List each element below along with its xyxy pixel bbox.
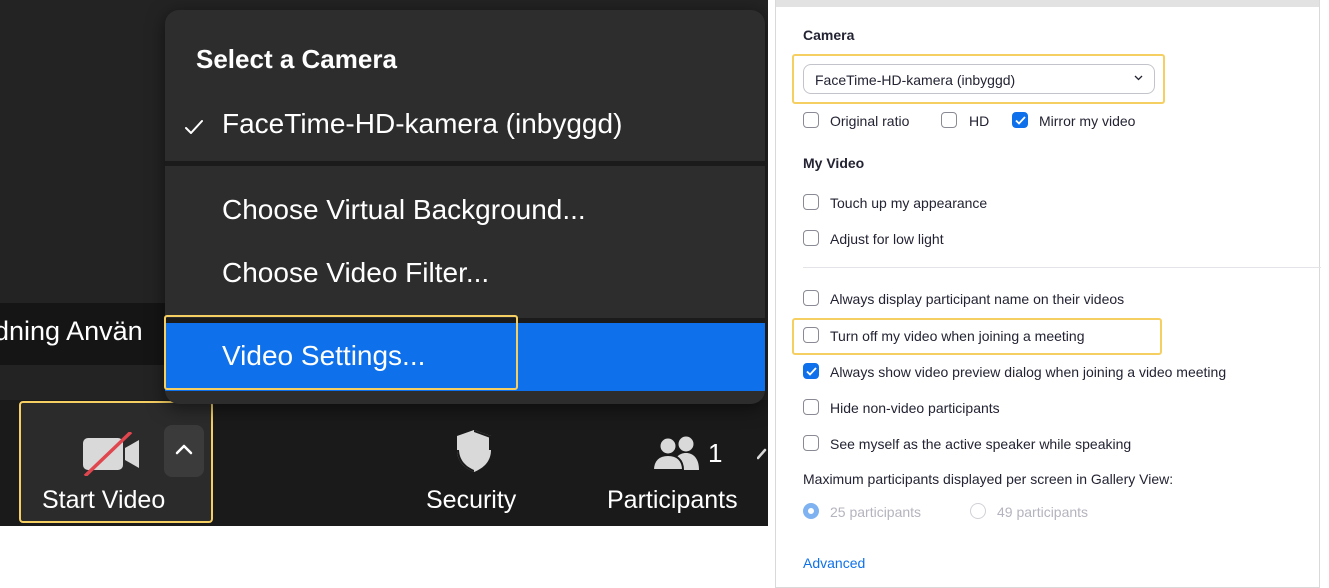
turn-off-video-highlight	[792, 318, 1162, 355]
chevron-up-icon	[175, 444, 193, 455]
original-ratio-label: Original ratio	[830, 113, 910, 129]
security-label: Security	[426, 486, 517, 514]
menu-title: Select a Camera	[196, 44, 397, 74]
camera-select-highlight	[792, 54, 1165, 104]
radio-49-participants[interactable]	[970, 503, 986, 519]
max-participants-label: Maximum participants displayed per scree…	[803, 471, 1174, 487]
radio-25-participants[interactable]	[803, 503, 819, 519]
camera-heading: Camera	[803, 27, 855, 43]
advanced-link[interactable]: Advanced	[803, 555, 865, 571]
option-49-label: 49 participants	[997, 504, 1089, 520]
hd-label: HD	[969, 113, 990, 129]
start-video-label: Start Video	[42, 486, 166, 514]
preview-dialog-checkbox[interactable]	[803, 363, 819, 379]
low-light-checkbox[interactable]	[803, 230, 819, 246]
participants-icon	[652, 436, 699, 470]
video-off-icon	[83, 432, 139, 476]
preview-dialog-label: Always show video preview dialog when jo…	[830, 364, 1227, 380]
participants-label: Participants	[607, 486, 738, 514]
shield-icon	[457, 430, 491, 472]
touch-up-label: Touch up my appearance	[830, 195, 988, 211]
active-speaker-label: See myself as the active speaker while s…	[830, 436, 1132, 452]
display-name-label: Always display participant name on their…	[830, 291, 1125, 307]
meeting-window: dning Använ Start Video Security 1 Parti…	[0, 0, 768, 526]
checkmark-icon	[185, 120, 203, 134]
mirror-video-checkbox[interactable]	[1012, 112, 1028, 128]
touch-up-checkbox[interactable]	[803, 194, 819, 210]
section-divider	[803, 267, 1321, 268]
hide-nonvideo-checkbox[interactable]	[803, 399, 819, 415]
low-light-label: Adjust for low light	[830, 231, 944, 247]
video-options-caret-button[interactable]	[164, 425, 204, 477]
menu-separator	[165, 161, 765, 166]
participants-count: 1	[708, 438, 723, 468]
display-name-checkbox[interactable]	[803, 290, 819, 306]
checkmark-icon	[1015, 116, 1026, 125]
participant-name-label: dning Använ	[0, 316, 143, 346]
option-25-label: 25 participants	[830, 504, 922, 520]
hd-checkbox[interactable]	[941, 112, 957, 128]
checkmark-icon	[806, 367, 817, 376]
menu-item-camera[interactable]: FaceTime-HD-kamera (inbyggd)	[222, 108, 622, 140]
menu-item-virtual-background[interactable]: Choose Virtual Background...	[222, 194, 586, 226]
my-video-heading: My Video	[803, 155, 865, 171]
hide-nonvideo-label: Hide non-video participants	[830, 400, 1000, 416]
chevron-up-icon[interactable]	[757, 446, 768, 460]
original-ratio-checkbox[interactable]	[803, 112, 819, 128]
active-speaker-checkbox[interactable]	[803, 435, 819, 451]
mirror-video-label: Mirror my video	[1039, 113, 1136, 129]
panel-top-bar	[776, 0, 1319, 7]
video-settings-highlight	[164, 315, 518, 390]
menu-item-video-filter[interactable]: Choose Video Filter...	[222, 257, 489, 289]
